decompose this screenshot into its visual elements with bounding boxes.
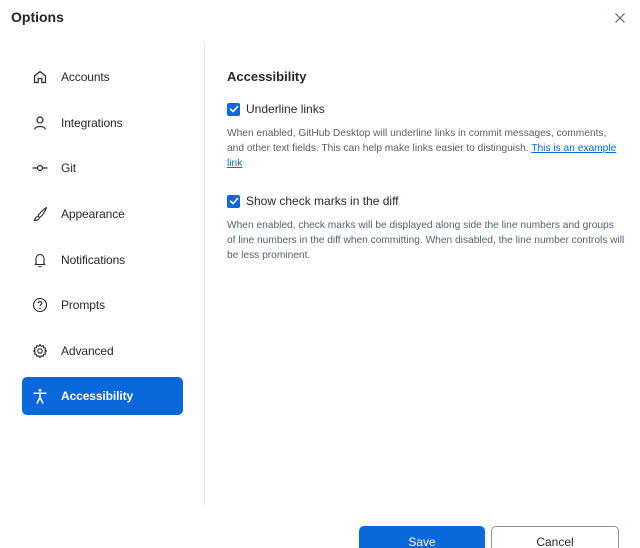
cancel-button[interactable]: Cancel — [491, 526, 619, 548]
sidebar-item-label: Prompts — [61, 298, 105, 312]
close-icon — [615, 13, 625, 23]
show-check-marks-option: Show check marks in the diff When enable… — [227, 192, 627, 263]
paintbrush-icon — [32, 206, 48, 222]
sidebar-item-accessibility[interactable]: Accessibility — [22, 377, 183, 415]
dialog-title: Options — [11, 9, 64, 25]
sidebar-item-integrations[interactable]: Integrations — [22, 104, 183, 142]
underline-links-label: Underline links — [246, 102, 325, 116]
checkmark-icon — [229, 105, 238, 113]
underline-links-toggle[interactable]: Underline links — [227, 100, 627, 118]
checkmark-icon — [229, 197, 238, 205]
home-icon — [32, 69, 48, 85]
close-button[interactable] — [610, 8, 630, 28]
bell-icon — [32, 252, 48, 268]
underline-links-checkbox[interactable] — [227, 102, 240, 116]
options-content: Accessibility Underline links When enabl… — [205, 43, 640, 505]
sidebar-item-label: Integrations — [61, 116, 123, 130]
question-icon — [32, 297, 48, 313]
sidebar-item-label: Accounts — [61, 70, 110, 84]
sidebar-item-prompts[interactable]: Prompts — [22, 286, 183, 324]
sidebar-item-label: Notifications — [61, 253, 126, 267]
sidebar-item-git[interactable]: Git — [22, 149, 183, 187]
accessibility-icon — [32, 388, 48, 404]
options-sidebar: Accounts Integrations Git Appearance Not… — [0, 43, 205, 505]
sidebar-item-label: Appearance — [61, 207, 125, 221]
section-heading: Accessibility — [227, 69, 307, 84]
underline-links-option: Underline links When enabled, GitHub Des… — [227, 100, 627, 171]
dialog-title-bar: Options — [0, 0, 640, 40]
show-check-marks-description: When enabled, check marks will be displa… — [227, 220, 625, 261]
sidebar-item-label: Accessibility — [61, 389, 134, 403]
git-commit-icon — [32, 160, 48, 176]
save-button[interactable]: Save — [359, 526, 485, 548]
show-check-marks-checkbox[interactable] — [227, 194, 240, 208]
sidebar-item-label: Git — [61, 161, 77, 175]
sidebar-item-label: Advanced — [61, 344, 114, 358]
person-icon — [32, 115, 48, 131]
show-check-marks-label: Show check marks in the diff — [246, 194, 399, 208]
sidebar-item-appearance[interactable]: Appearance — [22, 195, 183, 233]
sidebar-item-advanced[interactable]: Advanced — [22, 332, 183, 370]
sidebar-item-accounts[interactable]: Accounts — [22, 58, 183, 96]
gear-icon — [32, 343, 48, 359]
sidebar-item-notifications[interactable]: Notifications — [22, 241, 183, 279]
underline-links-description: When enabled, GitHub Desktop will underl… — [227, 126, 625, 171]
dialog-footer: Save Cancel — [0, 505, 640, 548]
show-check-marks-toggle[interactable]: Show check marks in the diff — [227, 192, 627, 210]
